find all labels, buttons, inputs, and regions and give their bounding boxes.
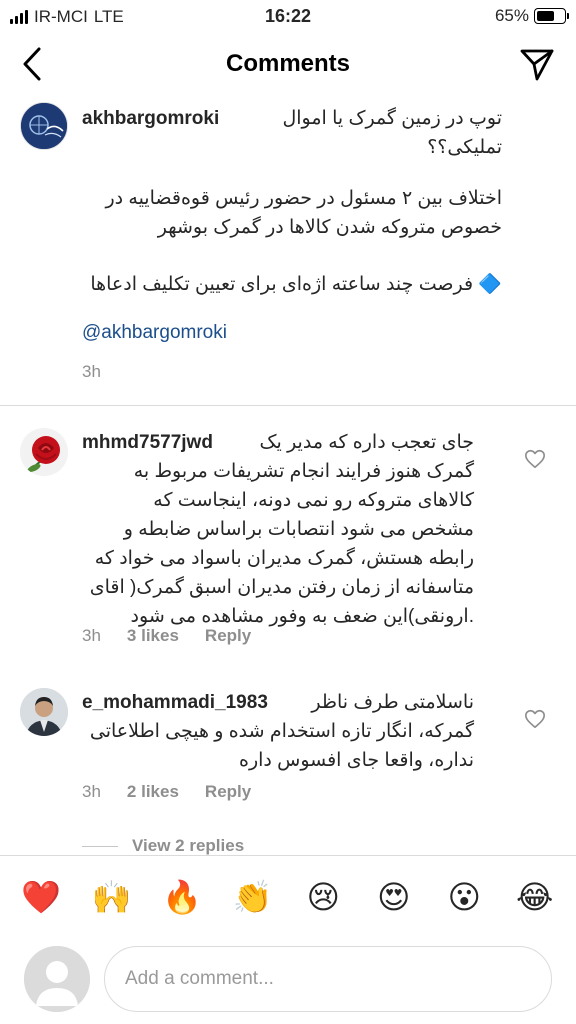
fire-emoji-button[interactable]: 🔥 (157, 872, 207, 922)
heart-eyes-emoji-button[interactable]: 😍 (369, 872, 419, 922)
status-bar: IR-MCI LTE 16:22 65% (0, 0, 576, 34)
likes-count[interactable]: 3 likes (127, 626, 179, 646)
comment-line: متاسفانه از زمان رفتن مدیران اسبق گمرک( … (89, 577, 474, 598)
page-title: Comments (225, 50, 351, 77)
like-button[interactable] (524, 708, 546, 730)
reply-button[interactable]: Reply (205, 782, 251, 802)
comment-line: نداره، واقعا جای افسوس داره (238, 750, 474, 771)
comment-meta: 3h 3 likes Reply (82, 626, 251, 646)
comment-line: ناسلامتی طرف ناظر (311, 692, 474, 713)
rose-icon (20, 428, 68, 476)
caption-line: تملیکی؟؟ (427, 137, 502, 158)
caption-third-block: 🔷 فرصت چند ساعته اژه‌ای برای تعیین تکلیف… (82, 270, 502, 299)
comment-line: گمرک هنوز فرایند انجام تشریفات مربوط به (133, 461, 474, 482)
comment-item: e_mohammadi_1983 ناسلامتی طرف ناظر گمرکه،… (0, 684, 576, 814)
comment-composer (0, 938, 576, 1024)
header: Comments (0, 34, 576, 96)
comment-time: 3h (82, 782, 101, 801)
profile-photo-icon (20, 688, 68, 736)
view-replies-button[interactable]: View 2 replies (82, 836, 244, 856)
send-icon (520, 49, 554, 81)
news-logo-icon (21, 103, 67, 149)
heart-icon (525, 449, 545, 469)
comment-body: mhmd7577jwd جای تعجب داره که مدیر یک گمرک… (82, 428, 474, 631)
post-caption: akhbargomroki توپ در زمین گمرک یا اموال ت… (0, 96, 576, 406)
comment-body: e_mohammadi_1983 ناسلامتی طرف ناظر گمرکه،… (82, 688, 474, 775)
clapping-hands-emoji-button[interactable]: 👏 (228, 872, 278, 922)
comment-input[interactable] (104, 946, 552, 1012)
caption-line: توپ در زمین گمرک یا اموال (282, 108, 502, 129)
tears-of-joy-emoji-button[interactable]: 😂 (510, 872, 560, 922)
divider (82, 845, 118, 847)
heart-icon (525, 709, 545, 729)
user-avatar (24, 946, 90, 1012)
comment-line: مشخص می شود انتصابات براساس ضابطه و (123, 519, 474, 540)
clock: 16:22 (264, 6, 312, 26)
surprised-face-emoji-button[interactable]: 😮 (439, 872, 489, 922)
battery-percent: 65% (494, 6, 529, 25)
reply-button[interactable]: Reply (205, 626, 251, 646)
battery-icon (534, 8, 569, 24)
caption-second-block: اختلاف بین ۲ مسئول در حضور رئیس قوه‌قضای… (82, 184, 502, 242)
emoji-quick-bar: ❤️ 🙌 🔥 👏 😢 😍 😮 😂 (0, 855, 576, 937)
caption-time: 3h (82, 362, 101, 381)
comment-time: 3h (82, 626, 101, 645)
avatar[interactable] (20, 688, 68, 736)
username[interactable]: mhmd7577jwd (82, 428, 213, 457)
username[interactable]: akhbargomroki (82, 104, 219, 133)
view-replies-label: View 2 replies (132, 836, 245, 855)
avatar[interactable] (20, 102, 68, 150)
status-right: 65% (494, 6, 569, 26)
comment-line: رابطه هستش، گمرک مدیران باسواد می خواد ک… (94, 548, 474, 569)
comment-line: جای تعجب داره که مدیر یک (259, 432, 475, 453)
caption-first-block: akhbargomroki توپ در زمین گمرک یا اموال ت… (82, 104, 502, 162)
likes-count[interactable]: 2 likes (127, 782, 179, 802)
crying-face-emoji-button[interactable]: 😢 (298, 872, 348, 922)
caption-line: اختلاف بین ۲ مسئول در حضور رئیس قوه‌قضای… (105, 188, 502, 209)
comment-line: کالاهای متروکه رو نمی دونه، اینجاست که (153, 490, 474, 511)
username[interactable]: e_mohammadi_1983 (82, 688, 268, 717)
share-button[interactable] (518, 46, 556, 84)
comment-item: mhmd7577jwd جای تعجب داره که مدیر یک گمرک… (0, 424, 576, 664)
like-button[interactable] (524, 448, 546, 470)
caption-line: خصوص متروکه شدن کالاها در گمرک بوشهر (157, 217, 502, 238)
mention-link[interactable]: @akhbargomroki (82, 322, 227, 344)
avatar[interactable] (20, 428, 68, 476)
default-avatar-icon (24, 946, 90, 1012)
comment-line: گمرکه، انگار تازه استخدام شده و هیچی اطل… (89, 721, 474, 742)
raising-hands-emoji-button[interactable]: 🙌 (87, 872, 137, 922)
comment-meta: 3h 2 likes Reply (82, 782, 251, 802)
red-heart-emoji-button[interactable]: ❤️ (16, 872, 66, 922)
caption-line: 🔷 فرصت چند ساعته اژه‌ای برای تعیین تکلیف… (90, 274, 502, 295)
